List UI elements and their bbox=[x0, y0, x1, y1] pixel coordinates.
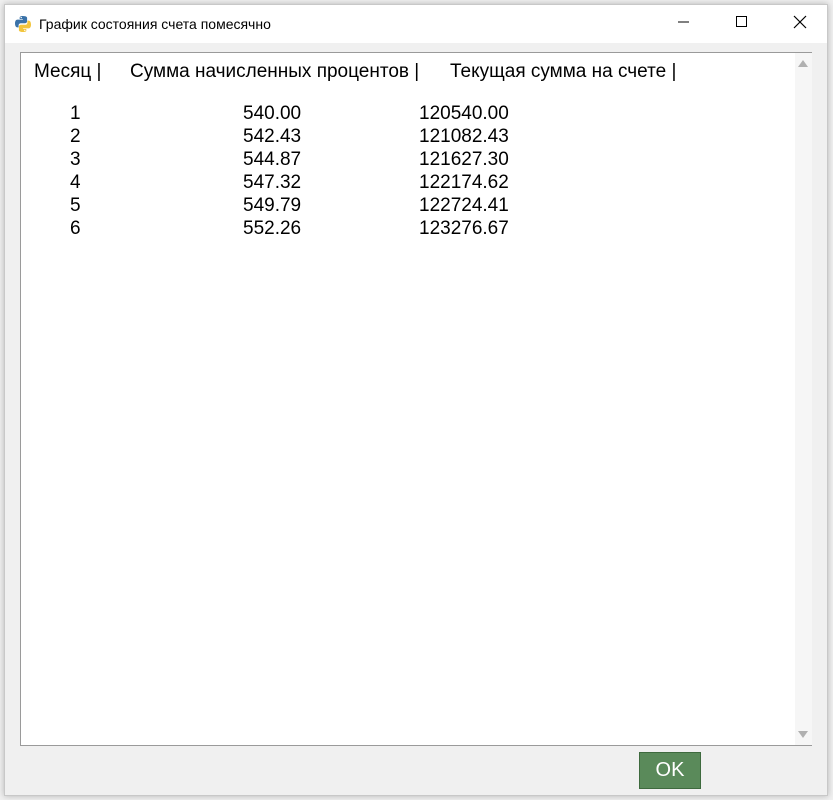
header-interest: Сумма начисленных процентов | bbox=[130, 61, 420, 82]
cell-balance: 121627.30 bbox=[419, 149, 509, 170]
cell-balance: 120540.00 bbox=[419, 103, 509, 124]
minimize-button[interactable] bbox=[661, 5, 707, 43]
close-icon bbox=[793, 15, 807, 34]
cell-month: 1 bbox=[70, 103, 81, 124]
cell-balance: 123276.67 bbox=[419, 218, 509, 239]
header-month: Месяц | bbox=[34, 61, 102, 82]
table-row: 1 540.00 120540.00 bbox=[21, 103, 795, 126]
scroll-up-arrow-icon[interactable] bbox=[798, 60, 808, 67]
table-row: 3 544.87 121627.30 bbox=[21, 149, 795, 172]
cell-interest: 552.26 bbox=[243, 218, 302, 239]
window-title: График состояния счета помесячно bbox=[39, 16, 271, 32]
table-row: 4 547.32 122174.62 bbox=[21, 172, 795, 195]
table-row: 6 552.26 123276.67 bbox=[21, 218, 795, 241]
scroll-down-arrow-icon[interactable] bbox=[798, 731, 808, 738]
maximize-icon bbox=[736, 15, 748, 33]
ok-button[interactable]: OK bbox=[639, 752, 701, 789]
cell-balance: 122724.41 bbox=[419, 195, 509, 216]
cell-month: 3 bbox=[70, 149, 81, 170]
cell-month: 6 bbox=[70, 218, 81, 239]
cell-interest: 540.00 bbox=[243, 103, 302, 124]
close-button[interactable] bbox=[777, 5, 823, 43]
cell-interest: 547.32 bbox=[243, 172, 302, 193]
cell-interest: 542.43 bbox=[243, 126, 302, 147]
cell-interest: 544.87 bbox=[243, 149, 302, 170]
schedule-rows: 1 540.00 120540.00 2 542.43 121082.43 3 … bbox=[21, 103, 795, 241]
dialog-window: График состояния счета помесячно Месяц |… bbox=[4, 4, 828, 796]
cell-month: 4 bbox=[70, 172, 81, 193]
cell-balance: 122174.62 bbox=[419, 172, 509, 193]
maximize-button[interactable] bbox=[719, 5, 765, 43]
table-row: 5 549.79 122724.41 bbox=[21, 195, 795, 218]
title-bar[interactable]: График состояния счета помесячно bbox=[5, 5, 827, 43]
vertical-scrollbar[interactable] bbox=[795, 52, 812, 746]
header-balance: Текущая сумма на счете | bbox=[450, 61, 677, 82]
cell-month: 5 bbox=[70, 195, 81, 216]
cell-balance: 121082.43 bbox=[419, 126, 509, 147]
minimize-icon bbox=[678, 15, 690, 33]
table-row: 2 542.43 121082.43 bbox=[21, 126, 795, 149]
python-icon bbox=[14, 15, 32, 33]
cell-interest: 549.79 bbox=[243, 195, 302, 216]
schedule-text-area[interactable]: Месяц | Сумма начисленных процентов | Те… bbox=[20, 52, 795, 746]
cell-month: 2 bbox=[70, 126, 81, 147]
